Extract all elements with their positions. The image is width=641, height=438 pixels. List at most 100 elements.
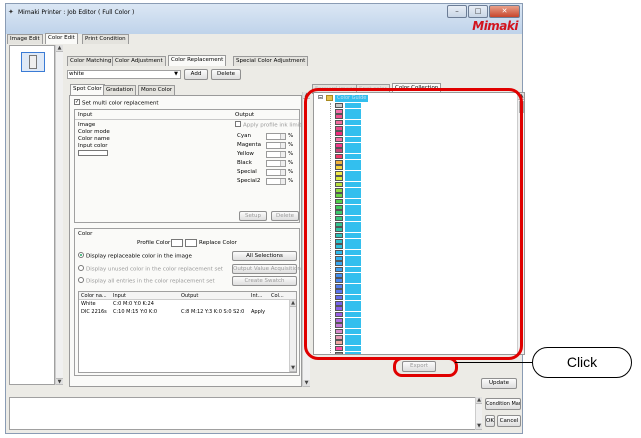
delete-output-button[interactable]: Delete xyxy=(271,211,299,221)
tab-color-edit[interactable]: Color Edit xyxy=(45,33,78,44)
click-callout: Click xyxy=(532,347,632,378)
table-row[interactable]: DIC 2216s C:10 M:15 Y:0 K:0 C:8 M:12 Y:3… xyxy=(79,309,289,317)
input-header: Input xyxy=(78,112,93,118)
radio-selected-icon xyxy=(78,252,84,258)
tab-mono-color[interactable]: Mono Color xyxy=(138,85,176,95)
table-row[interactable]: White C:0 M:0 Y:0 K:24 xyxy=(79,301,289,309)
tab-color-replacement[interactable]: Color Replacement xyxy=(168,55,227,66)
scroll-down-icon[interactable]: ▼ xyxy=(56,378,63,385)
cyan-label: Cyan xyxy=(237,133,251,139)
option-replaceable-label: Display replaceable color in the image xyxy=(86,253,192,260)
app-icon: ✦ xyxy=(8,8,14,16)
replacement-table: Color na... Input Output Int... Col... W… xyxy=(78,291,297,373)
mimaki-logo: Mimaki xyxy=(472,19,518,33)
cancel-button[interactable]: Cancel xyxy=(497,415,521,427)
apply-ink-limit-checkbox[interactable]: Apply profile ink limit xyxy=(235,121,301,129)
scroll-up-icon[interactable]: ▲ xyxy=(476,397,482,404)
output-header: Output xyxy=(235,112,255,118)
replacement-set-value: white xyxy=(69,71,85,77)
black-label: Black xyxy=(237,160,252,166)
profile-color-swatch xyxy=(171,239,183,247)
tab-spot-color[interactable]: Spot Color xyxy=(70,84,105,95)
black-unit: % xyxy=(288,160,294,166)
row-name: DIC 2216s xyxy=(81,309,107,315)
condition-management-button[interactable]: Condition Management xyxy=(485,398,521,410)
option-all-entries-radio[interactable]: Display all entries in the color replace… xyxy=(78,277,215,285)
minimize-button[interactable]: – xyxy=(447,5,467,18)
multi-replacement-label: Set multi color replacement xyxy=(82,100,159,107)
create-swatch-button[interactable]: Create Swatch xyxy=(232,276,297,286)
tab-color-adjustment[interactable]: Color Adjustment xyxy=(112,56,166,66)
cyan-spinner[interactable] xyxy=(266,133,286,140)
output-value-acquisition-button[interactable]: Output Value Acquisition xyxy=(232,264,301,274)
window-title: Mimaki Printer : Job Editor ( Full Color… xyxy=(18,9,135,16)
input-output-group: Input Output Image Color mode Color name… xyxy=(74,109,301,223)
callout-leader-line xyxy=(455,362,533,363)
tab-image-edit[interactable]: Image Edit xyxy=(7,34,43,44)
title-bar: ✦ Mimaki Printer : Job Editor ( Full Col… xyxy=(6,4,522,34)
input-color-mode-label: Color mode xyxy=(78,129,110,135)
cyan-unit: % xyxy=(288,133,294,139)
row-input: C:0 M:0 Y:0 K:24 xyxy=(113,301,154,307)
tab-color-matching[interactable]: Color Matching xyxy=(67,56,115,66)
col-header-name[interactable]: Color na... xyxy=(81,293,107,299)
replacement-set-select[interactable]: white ▼ xyxy=(67,70,181,79)
delete-set-button[interactable]: Delete xyxy=(211,69,241,80)
thumbnail-image-icon xyxy=(29,55,37,69)
yellow-label: Yellow xyxy=(237,151,254,157)
yellow-spinner[interactable] xyxy=(266,151,286,158)
col-header-output[interactable]: Output xyxy=(181,293,198,299)
chevron-down-icon: ▼ xyxy=(174,71,178,77)
job-thumbnail[interactable] xyxy=(21,52,45,72)
scroll-down-icon[interactable]: ▼ xyxy=(476,423,482,430)
all-selections-button[interactable]: All Selections xyxy=(232,251,297,261)
multi-replacement-checkbox[interactable]: ✓ Set multi color replacement xyxy=(74,99,159,107)
special2-spinner[interactable] xyxy=(266,178,286,185)
color-header: Color xyxy=(78,231,93,237)
col-header-col[interactable]: Col... xyxy=(271,293,284,299)
thumbnail-scrollbar[interactable]: ▲ ▼ xyxy=(55,45,63,385)
row-name: White xyxy=(81,301,96,307)
col-header-input[interactable]: Input xyxy=(113,293,126,299)
row-output: C:8 M:12 Y:3 K:0 S:0 S2:0 xyxy=(181,309,245,315)
input-color-name-label: Color name xyxy=(78,136,110,142)
scroll-up-icon[interactable]: ▲ xyxy=(56,45,63,52)
option-replaceable-radio[interactable]: Display replaceable color in the image xyxy=(78,252,192,260)
row-input: C:10 M:15 Y:0 K:0 xyxy=(113,309,158,315)
magenta-label: Magenta xyxy=(237,142,262,148)
radio-icon xyxy=(78,265,84,271)
close-button[interactable]: ✕ xyxy=(489,5,520,18)
special2-label: Special2 xyxy=(237,178,261,184)
tab-gradation[interactable]: Gradation xyxy=(103,85,137,95)
export-button-highlight xyxy=(393,357,458,377)
input-color-swatch xyxy=(78,150,108,156)
option-all-entries-label: Display all entries in the color replace… xyxy=(86,278,215,285)
magenta-spinner[interactable] xyxy=(266,142,286,149)
checkbox-checked-icon: ✓ xyxy=(74,99,80,105)
tab-print-condition[interactable]: Print Condition xyxy=(82,34,129,44)
input-color-label: Input color xyxy=(78,143,108,149)
scroll-up-icon[interactable]: ▲ xyxy=(290,300,296,307)
maximize-button[interactable]: □ xyxy=(468,5,488,18)
replace-color-swatch xyxy=(185,239,197,247)
tab-special-color-adjustment[interactable]: Special Color Adjustment xyxy=(233,56,309,66)
yellow-unit: % xyxy=(288,151,294,157)
scroll-down-icon[interactable]: ▼ xyxy=(290,365,296,372)
black-spinner[interactable] xyxy=(266,160,286,167)
add-button[interactable]: Add xyxy=(184,69,208,80)
option-unused-label: Display unused color in the color replac… xyxy=(86,266,223,273)
ok-button[interactable]: OK xyxy=(485,415,495,427)
row-intent: Apply xyxy=(251,309,266,315)
checkbox-icon xyxy=(235,121,241,127)
special-spinner[interactable] xyxy=(266,169,286,176)
magenta-unit: % xyxy=(288,142,294,148)
message-scrollbar[interactable]: ▲ ▼ xyxy=(475,397,482,430)
input-image-label: Image xyxy=(78,122,96,128)
scroll-down-icon[interactable]: ▼ xyxy=(303,380,310,387)
option-unused-radio[interactable]: Display unused color in the color replac… xyxy=(78,265,223,273)
table-scrollbar[interactable]: ▲ ▼ xyxy=(289,300,296,372)
radio-icon xyxy=(78,277,84,283)
col-header-intent[interactable]: Int... xyxy=(251,293,262,299)
setup-button[interactable]: Setup xyxy=(239,211,267,221)
update-button[interactable]: Update xyxy=(481,378,517,389)
